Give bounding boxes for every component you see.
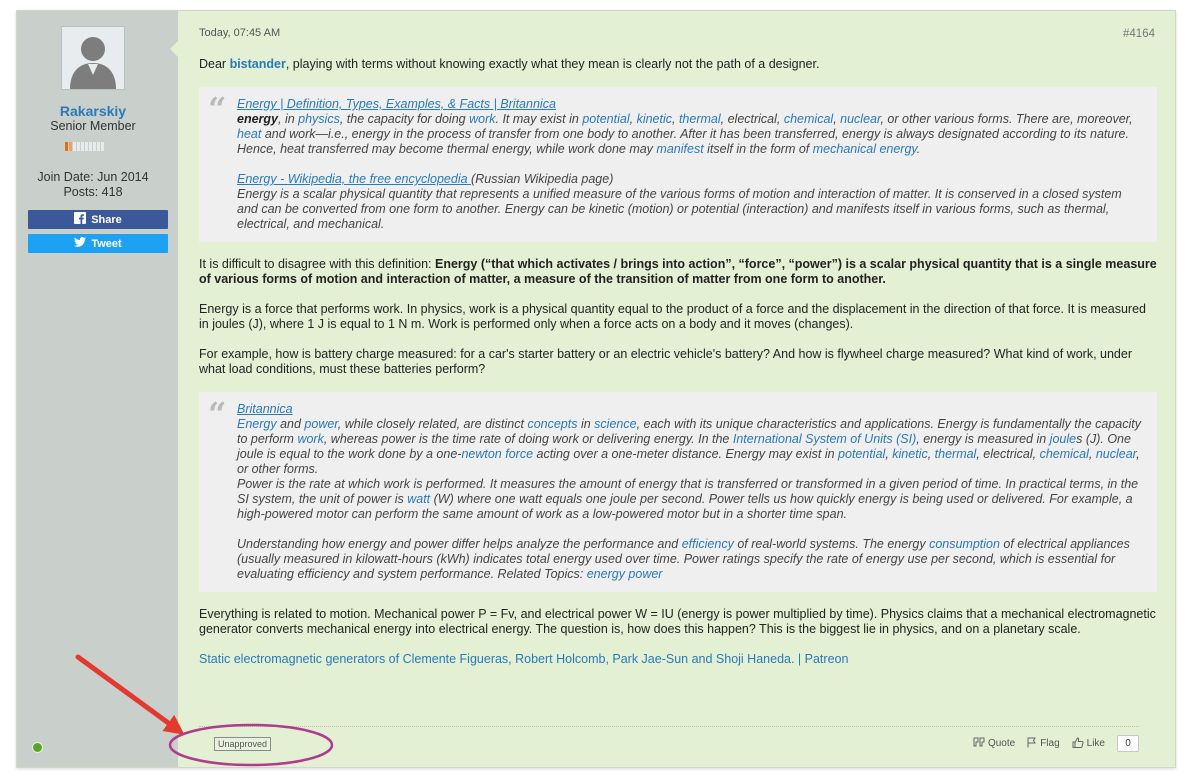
facebook-icon	[74, 212, 87, 227]
like-icon	[1072, 736, 1084, 751]
paragraph: Energy is a force that performs work. In…	[199, 302, 1147, 331]
quote-link[interactable]: watt	[407, 492, 430, 506]
quote-label: Quote	[987, 738, 1016, 749]
quote-link[interactable]: newton force	[461, 447, 533, 461]
reputation-bar	[65, 142, 104, 151]
quote-term: energy	[237, 112, 278, 126]
quote-link[interactable]: kinetic	[637, 112, 672, 126]
post-caret	[170, 41, 178, 57]
status-badge: Unapproved	[214, 737, 272, 751]
quote-text: Energy is a scalar physical quantity tha…	[237, 187, 1122, 231]
tweet-label: Tweet	[91, 237, 122, 250]
rep-segment	[65, 142, 68, 151]
twitter-tweet-button[interactable]: Tweet	[28, 234, 168, 253]
greeting-text: , playing with terms without knowing exa…	[285, 57, 820, 71]
quote-link[interactable]: chemical	[784, 112, 833, 126]
quote-source-note: (Russian Wikipedia page)	[471, 172, 614, 186]
blockquote-mark-icon: “	[208, 395, 227, 433]
like-label: Like	[1086, 738, 1105, 749]
greeting-paragraph: Dear bistander, playing with terms witho…	[199, 57, 1157, 72]
user-info: Join Date: Jun 2014 Posts: 418	[17, 170, 169, 200]
quote-link[interactable]: nuclear	[1096, 447, 1136, 461]
quote-link[interactable]: Energy	[237, 417, 277, 431]
rep-segment	[101, 142, 104, 151]
flag-label: Flag	[1040, 738, 1060, 749]
quote-link[interactable]: consumption	[929, 537, 1000, 551]
paragraph: It is difficult to disagree with this de…	[199, 257, 1157, 286]
mention-link[interactable]: bistander	[230, 57, 286, 71]
rep-segment	[93, 142, 96, 151]
signature: Static electromagnetic generators of Cle…	[199, 652, 1157, 667]
quote-link[interactable]: work	[469, 112, 495, 126]
quote-link[interactable]: kinetic	[892, 447, 927, 461]
flag-button[interactable]: Flag	[1027, 737, 1060, 751]
signature-link[interactable]: Static electromagnetic generators of Cle…	[199, 652, 848, 666]
paragraph: For example, how is battery charge measu…	[199, 347, 1132, 376]
quote-link[interactable]: potential	[838, 447, 885, 461]
quote-link[interactable]: potential	[582, 112, 629, 126]
share-label: Share	[91, 213, 122, 226]
quote-link[interactable]: nuclear	[840, 112, 880, 126]
quote-source-link[interactable]: Energy - Wikipedia, the free encyclopedi…	[237, 172, 471, 186]
join-date: Join Date: Jun 2014	[37, 170, 149, 184]
post-count: Posts: 418	[63, 185, 123, 199]
quote-link[interactable]: thermal	[935, 447, 977, 461]
user-title: Senior Member	[50, 119, 136, 133]
blockquote-2: “ Britannica Energy and power, while clo…	[199, 392, 1157, 592]
post-content: Today, 07:45 AM #4164 Dear bistander, pl…	[170, 11, 1175, 767]
user-sidebar: Rakarskiy Senior Member Join Date: Jun 2…	[17, 11, 178, 767]
quote-link[interactable]: science	[594, 417, 636, 431]
flag-icon	[1027, 737, 1037, 751]
quote-link[interactable]: heat	[237, 127, 261, 141]
footer-divider	[199, 726, 1139, 727]
quote-source-link[interactable]: Energy | Definition, Types, Examples, & …	[237, 97, 556, 111]
quote-link[interactable]: mechanical energy	[813, 142, 917, 156]
rep-segment	[77, 142, 80, 151]
post-number-link[interactable]: #4164	[1123, 28, 1155, 40]
paragraph: Everything is related to motion. Mechani…	[199, 607, 1156, 636]
facebook-share-button[interactable]: Share	[28, 210, 168, 229]
rep-segment	[89, 142, 92, 151]
online-status-icon	[32, 742, 43, 753]
quote-link[interactable]: International System of Units (SI)	[733, 432, 916, 446]
quote-button[interactable]: Quote	[973, 737, 1015, 750]
quote-text: Energy and power, while closely related,…	[237, 417, 1141, 476]
quote-link[interactable]: chemical	[1040, 447, 1089, 461]
quote-icon	[973, 737, 985, 750]
quote-link[interactable]: work	[297, 432, 323, 446]
quote-text: Power is the rate at which work is perfo…	[237, 477, 1139, 521]
user-avatar-icon[interactable]	[61, 26, 125, 90]
quote-link[interactable]: thermal	[679, 112, 721, 126]
post-date: Today, 07:45 AM	[199, 27, 281, 39]
post-body: Dear bistander, playing with terms witho…	[199, 57, 1157, 682]
quote-link[interactable]: power	[304, 417, 337, 431]
username-link[interactable]: Rakarskiy	[17, 103, 169, 119]
quote-link[interactable]: joule	[1050, 432, 1076, 446]
quote-link[interactable]: energy power	[587, 567, 663, 581]
quote-link[interactable]: manifest	[656, 142, 703, 156]
rep-segment	[69, 142, 72, 151]
post-actions: Quote Flag Like 0	[973, 735, 1139, 752]
quote-source-link[interactable]: Britannica	[237, 402, 293, 416]
quote-text: energy, in physics, the capacity for doi…	[237, 112, 1133, 156]
like-count: 0	[1117, 735, 1139, 752]
twitter-icon	[74, 237, 87, 250]
rep-segment	[81, 142, 84, 151]
quote-text: Understanding how energy and power diffe…	[237, 537, 1130, 581]
quote-link[interactable]: efficiency	[682, 537, 734, 551]
quote-link[interactable]: concepts	[527, 417, 577, 431]
rep-segment	[85, 142, 88, 151]
rep-segment	[73, 142, 76, 151]
blockquote-1: “ Energy | Definition, Types, Examples, …	[199, 87, 1157, 242]
like-button[interactable]: Like	[1072, 736, 1105, 751]
greeting-text: Dear	[199, 57, 230, 71]
blockquote-mark-icon: “	[208, 90, 227, 128]
quote-link[interactable]: physics	[298, 112, 340, 126]
forum-post: Rakarskiy Senior Member Join Date: Jun 2…	[16, 10, 1176, 768]
rep-segment	[97, 142, 100, 151]
